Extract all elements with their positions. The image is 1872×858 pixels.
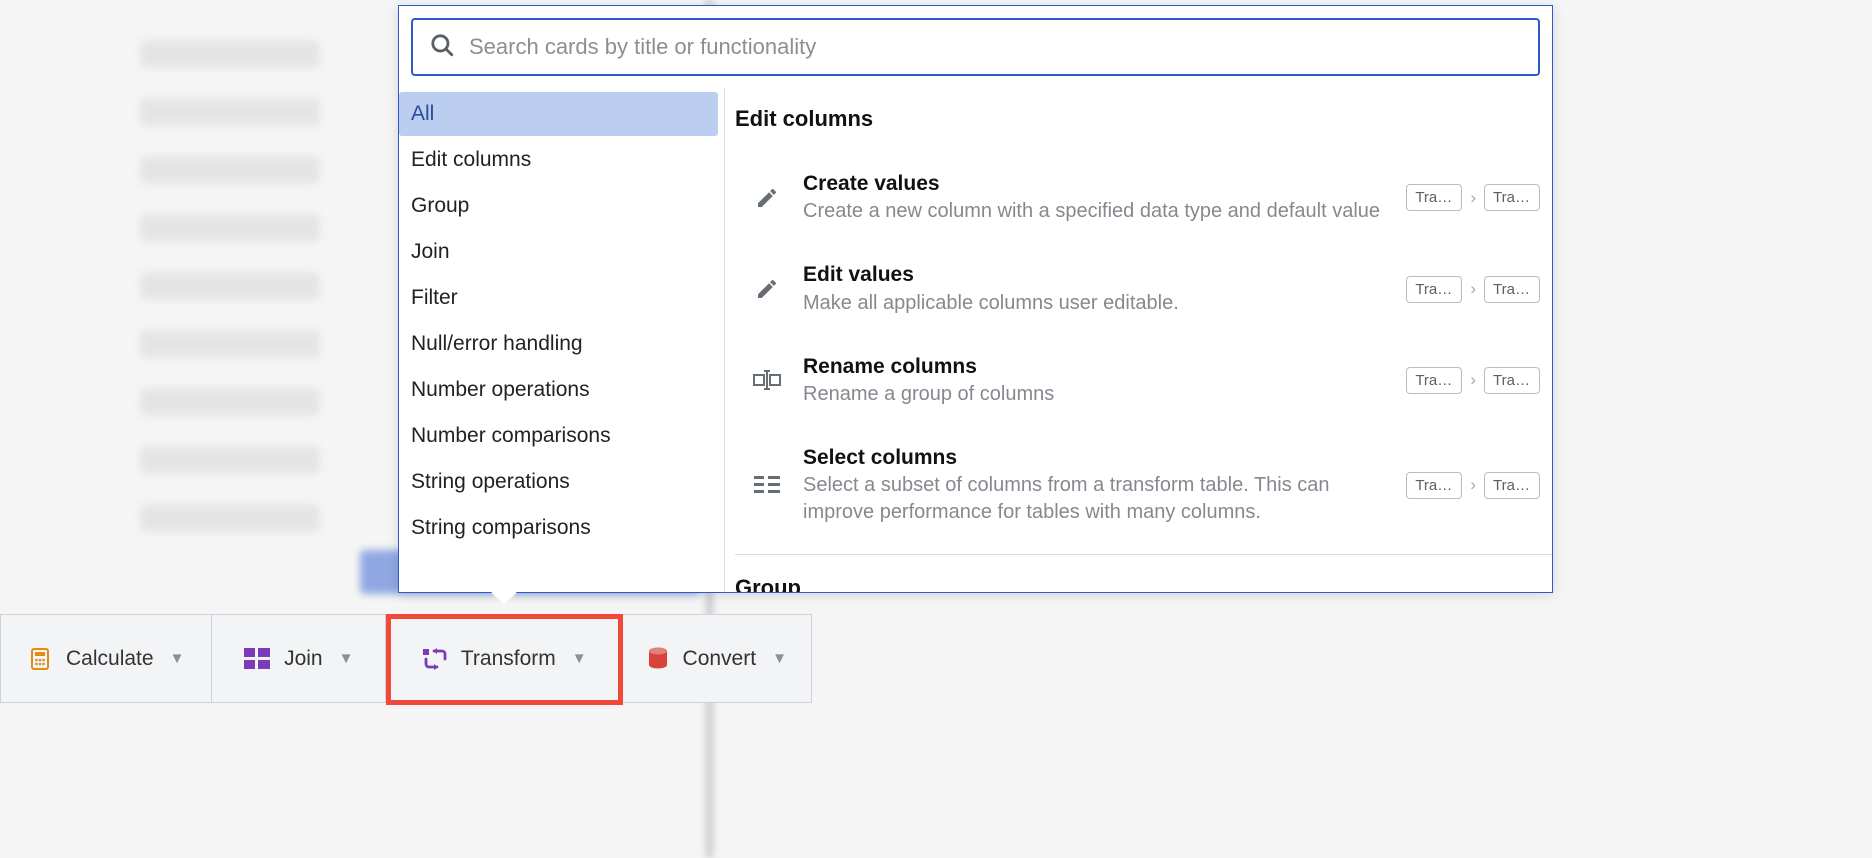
toolbar-label: Join xyxy=(284,647,323,671)
card-title: Create values xyxy=(803,170,1388,198)
category-item[interactable]: Number comparisons xyxy=(399,414,718,458)
tag[interactable]: Transf… xyxy=(1406,276,1462,303)
card-title: Rename columns xyxy=(803,353,1388,381)
card-tags: Transf… › Transf… xyxy=(1406,276,1540,303)
card-row[interactable]: Rename columnsRename a group of columns T… xyxy=(735,335,1552,426)
category-item[interactable]: String operations xyxy=(399,460,718,504)
transform-button[interactable]: Transform ▼ xyxy=(386,615,622,702)
category-item[interactable]: Null/error handling xyxy=(399,322,718,366)
rename-icon xyxy=(749,369,785,391)
card-title: Select columns xyxy=(803,444,1388,472)
chevron-right-icon: › xyxy=(1470,475,1476,495)
tag[interactable]: Transf… xyxy=(1406,367,1462,394)
section-title: Edit columns xyxy=(735,92,1552,152)
card-tags: Transf… › Transf… xyxy=(1406,184,1540,211)
columns-icon xyxy=(749,474,785,496)
category-item[interactable]: Group xyxy=(399,184,718,228)
transform-icon xyxy=(421,647,447,671)
transform-popover: AllEdit columnsGroupJoinFilterNull/error… xyxy=(398,5,1553,593)
calculate-button[interactable]: Calculate ▼ xyxy=(1,615,212,702)
results-panel: Edit columns Create valuesCreate a new co… xyxy=(725,88,1552,592)
card-description: Select a subset of columns from a transf… xyxy=(803,472,1388,526)
card-title: Edit values xyxy=(803,261,1388,289)
toolbar-label: Convert xyxy=(683,647,757,671)
search-icon xyxy=(429,32,455,63)
search-container xyxy=(399,6,1552,88)
card-text: Edit valuesMake all applicable columns u… xyxy=(803,261,1388,316)
card-row[interactable]: Create valuesCreate a new column with a … xyxy=(735,152,1552,243)
search-input[interactable] xyxy=(469,34,1522,60)
card-text: Create valuesCreate a new column with a … xyxy=(803,170,1388,225)
tag[interactable]: Transf… xyxy=(1484,472,1540,499)
tag[interactable]: Transf… xyxy=(1484,276,1540,303)
bottom-toolbar: Calculate ▼ Join ▼ Transform ▼ Convert ▼ xyxy=(0,614,812,703)
card-tags: Transf… › Transf… xyxy=(1406,472,1540,499)
card-text: Select columnsSelect a subset of columns… xyxy=(803,444,1388,526)
chevron-down-icon: ▼ xyxy=(170,650,185,667)
category-item[interactable]: Filter xyxy=(399,276,718,320)
card-description: Make all applicable columns user editabl… xyxy=(803,290,1388,317)
grid-icon xyxy=(244,648,270,670)
tag[interactable]: Transf… xyxy=(1484,367,1540,394)
category-item[interactable]: All xyxy=(399,92,718,136)
popover-body: AllEdit columnsGroupJoinFilterNull/error… xyxy=(399,88,1552,592)
card-row[interactable]: Edit valuesMake all applicable columns u… xyxy=(735,243,1552,334)
chevron-right-icon: › xyxy=(1470,188,1476,208)
calculator-icon xyxy=(28,647,52,671)
chevron-down-icon: ▼ xyxy=(572,650,587,667)
chevron-right-icon: › xyxy=(1470,370,1476,390)
toolbar-label: Transform xyxy=(461,647,556,671)
card-row[interactable]: Select columnsSelect a subset of columns… xyxy=(735,426,1552,544)
database-icon xyxy=(647,647,669,671)
chevron-down-icon: ▼ xyxy=(339,650,354,667)
tag[interactable]: Transf… xyxy=(1406,472,1462,499)
card-description: Create a new column with a specified dat… xyxy=(803,198,1388,225)
pencil-icon xyxy=(749,277,785,301)
section-title: Group xyxy=(735,555,1552,592)
join-button[interactable]: Join ▼ xyxy=(212,615,386,702)
category-item[interactable]: String comparisons xyxy=(399,506,718,550)
category-list: AllEdit columnsGroupJoinFilterNull/error… xyxy=(399,88,725,592)
category-item[interactable]: Number operations xyxy=(399,368,718,412)
card-text: Rename columnsRename a group of columns xyxy=(803,353,1388,408)
convert-button[interactable]: Convert ▼ xyxy=(622,615,811,702)
category-item[interactable]: Join xyxy=(399,230,718,274)
chevron-down-icon: ▼ xyxy=(772,650,787,667)
toolbar-label: Calculate xyxy=(66,647,154,671)
tag[interactable]: Transf… xyxy=(1406,184,1462,211)
card-description: Rename a group of columns xyxy=(803,381,1388,408)
category-item[interactable]: Edit columns xyxy=(399,138,718,182)
pencil-icon xyxy=(749,186,785,210)
search-box[interactable] xyxy=(411,18,1540,76)
card-tags: Transf… › Transf… xyxy=(1406,367,1540,394)
tag[interactable]: Transf… xyxy=(1484,184,1540,211)
chevron-right-icon: › xyxy=(1470,279,1476,299)
